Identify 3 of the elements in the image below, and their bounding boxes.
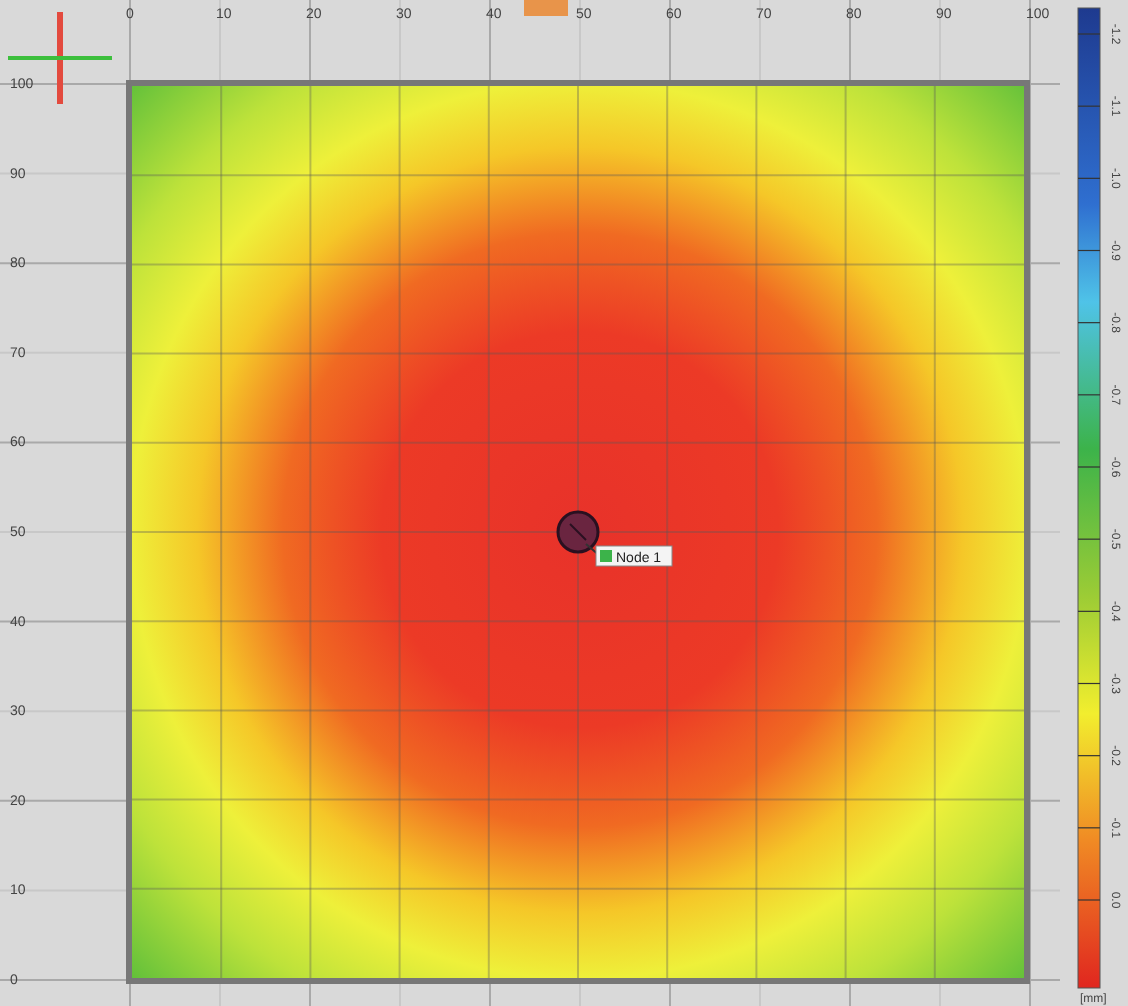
node-marker-icon xyxy=(556,510,600,554)
handle-tab[interactable] xyxy=(524,0,568,16)
coordinate-axes-icon xyxy=(8,12,112,104)
